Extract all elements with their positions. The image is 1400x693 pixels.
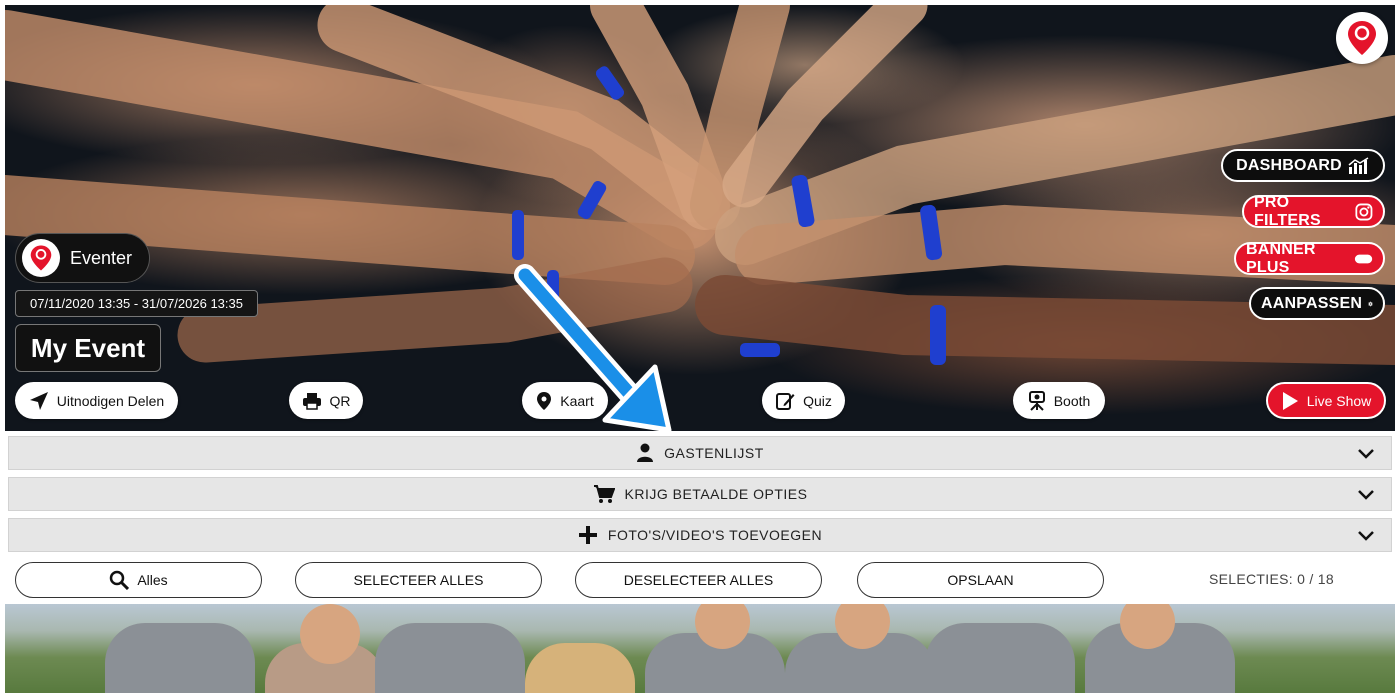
add-media-accordion[interactable]: FOTO'S/VIDEO'S TOEVOEGEN <box>8 518 1392 552</box>
search-icon <box>110 570 130 590</box>
map-button[interactable]: Kaart <box>522 382 608 419</box>
photo-person <box>525 643 635 693</box>
banner-plus-button[interactable]: BANNER PLUS <box>1234 240 1385 276</box>
photo-person <box>375 623 525 693</box>
gallery-photo-team[interactable] <box>5 604 1395 693</box>
booth-button[interactable]: Booth <box>1013 382 1105 419</box>
live-show-button[interactable]: Live Show <box>1266 382 1386 419</box>
eventer-badge: Eventer <box>15 233 150 283</box>
save-label: OPSLAAN <box>947 572 1014 588</box>
event-title: My Event <box>15 324 161 372</box>
event-hero-banner: DASHBOARD PRO FILTERS BANNER PLUS AANPAS… <box>5 5 1395 431</box>
select-all-label: SELECTEER ALLES <box>353 572 484 588</box>
quiz-label: Quiz <box>803 392 832 409</box>
deselect-all-button[interactable]: DESELECTEER ALLES <box>575 562 822 598</box>
aanpassen-button[interactable]: AANPASSEN <box>1249 287 1385 320</box>
user-icon <box>637 443 654 462</box>
map-pin-icon <box>30 245 52 271</box>
chevron-down-icon <box>1358 449 1374 459</box>
select-all-button[interactable]: SELECTEER ALLES <box>295 562 542 598</box>
save-button[interactable]: OPSLAAN <box>857 562 1104 598</box>
chevron-down-icon <box>1358 531 1374 541</box>
eventer-logo <box>22 239 60 277</box>
photo-person <box>925 623 1075 693</box>
deselect-all-label: DESELECTEER ALLES <box>623 572 774 588</box>
aanpassen-label: AANPASSEN <box>1261 294 1363 312</box>
chevron-down-icon <box>1358 490 1374 500</box>
add-media-label: FOTO'S/VIDEO'S TOEVOEGEN <box>607 527 823 543</box>
qr-button[interactable]: QR <box>289 382 363 419</box>
map-pin-icon <box>1348 21 1376 55</box>
dashboard-label: DASHBOARD <box>1236 156 1342 174</box>
booth-label: Booth <box>1053 392 1091 409</box>
eventer-label: Eventer <box>70 247 133 268</box>
location-pin-button[interactable] <box>1336 12 1388 64</box>
guest-list-label: GASTENLIJST <box>664 445 764 461</box>
pro-filters-button[interactable]: PRO FILTERS <box>1242 193 1385 229</box>
photo-face <box>300 604 360 664</box>
dashboard-button[interactable]: DASHBOARD <box>1221 149 1385 182</box>
map-label: Kaart <box>560 392 594 409</box>
instagram-icon <box>1355 203 1373 220</box>
camera-booth-icon <box>1028 390 1045 411</box>
selection-count: SELECTIES: 0 / 18 <box>1209 571 1334 587</box>
play-icon <box>1282 391 1298 410</box>
invite-share-label: Uitnodigen Delen <box>56 392 165 409</box>
hero-photo-hands <box>5 5 1395 431</box>
filter-all-button[interactable]: Alles <box>15 562 262 598</box>
banner-plus-label: BANNER PLUS <box>1246 240 1316 276</box>
event-date-range: 07/11/2020 13:35 - 31/07/2026 13:35 <box>15 290 258 317</box>
gear-icon <box>1368 301 1373 306</box>
guest-list-accordion[interactable]: GASTENLIJST <box>8 436 1392 470</box>
printer-icon <box>302 392 321 410</box>
paid-options-accordion[interactable]: KRIJG BETAALDE OPTIES <box>8 477 1392 511</box>
live-show-label: Live Show <box>1306 392 1372 409</box>
qr-label: QR <box>329 392 351 409</box>
cart-icon <box>593 485 615 503</box>
filter-all-label: Alles <box>137 572 168 588</box>
bar-chart-icon <box>1348 156 1369 174</box>
paid-options-label: KRIJG BETAALDE OPTIES <box>624 486 808 502</box>
photo-person <box>105 623 255 693</box>
pro-filters-label: PRO FILTERS <box>1254 193 1321 229</box>
edit-icon <box>776 392 795 410</box>
invite-share-button[interactable]: Uitnodigen Delen <box>15 382 178 419</box>
plus-icon <box>578 526 597 544</box>
quiz-button[interactable]: Quiz <box>762 382 845 419</box>
map-pin-icon <box>537 391 552 410</box>
toggle-icon <box>1354 254 1373 263</box>
send-icon <box>29 391 48 410</box>
